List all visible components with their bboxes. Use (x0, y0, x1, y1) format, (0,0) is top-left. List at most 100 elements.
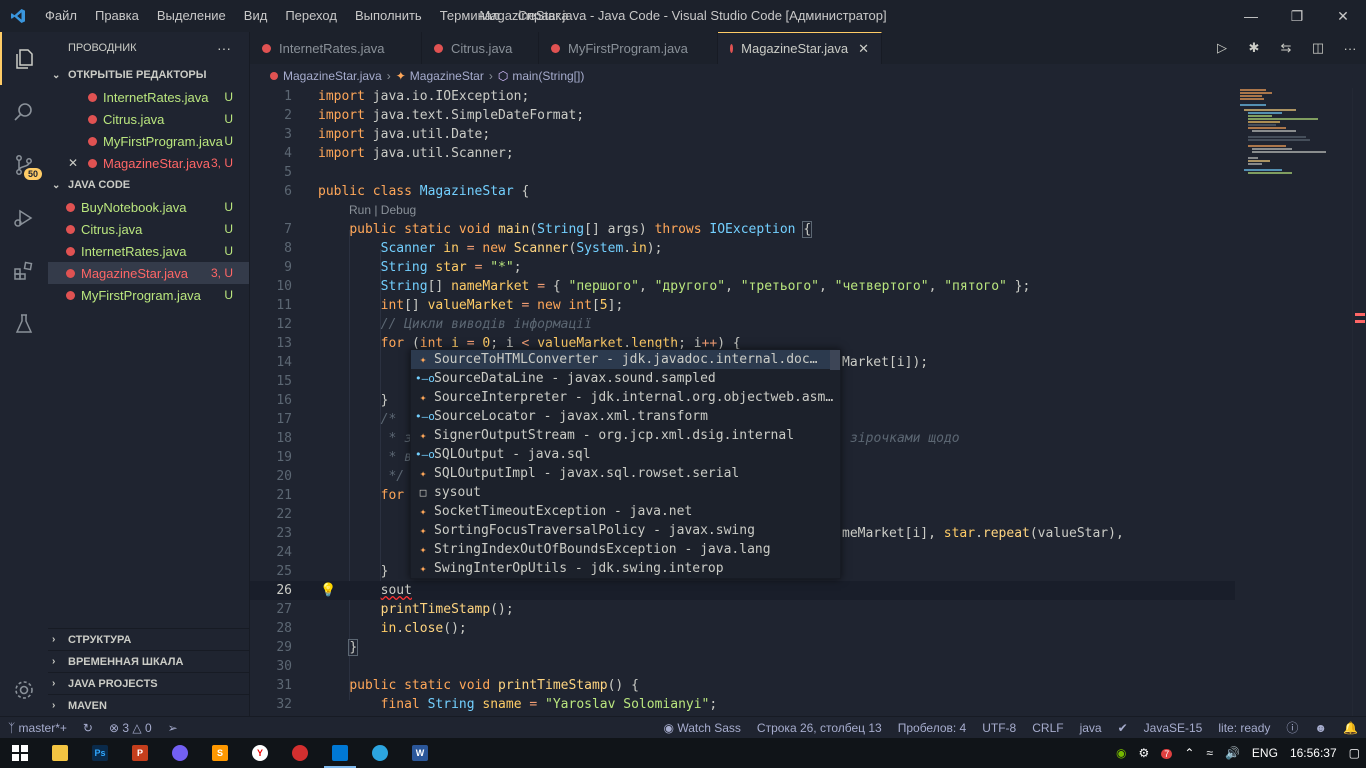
search-icon[interactable] (0, 85, 48, 138)
suggestion-item-selected[interactable]: ✦ SourceToHTMLConverter - jdk.javadoc.int… (411, 350, 840, 369)
suggest-scrollbar[interactable] (830, 350, 840, 370)
viber-icon[interactable] (160, 738, 200, 768)
menu-terminal[interactable]: Терминал (431, 0, 509, 32)
menu-edit[interactable]: Правка (86, 0, 148, 32)
volume-icon[interactable]: 🔊 (1219, 746, 1246, 760)
suggestion-item[interactable]: ✦ StringIndexOutOfBoundsException - java.… (411, 540, 840, 559)
chevron-up-icon[interactable]: ⌃ (1178, 746, 1200, 760)
suggestion-item[interactable]: ✦ SourceInterpreter - jdk.internal.org.ob… (411, 388, 840, 407)
file-item-selected[interactable]: MagazineStar.java 3, U (48, 262, 249, 284)
debug-icon[interactable]: ✱ (1238, 40, 1270, 56)
indentation[interactable]: Пробелов: 4 (890, 721, 975, 735)
word-icon[interactable]: W (400, 738, 440, 768)
open-editor-item-active[interactable]: ✕ MagazineStar.java 3, U (48, 152, 249, 174)
extensions-icon[interactable] (0, 244, 48, 297)
suggestion-item[interactable]: •–o SQLOutput - java.sql (411, 445, 840, 464)
suggestion-item[interactable]: ✦ SwingInterOpUtils - jdk.swing.interop (411, 559, 840, 578)
info-icon[interactable]: ⓘ (1278, 719, 1306, 736)
breadcrumb-file[interactable]: MagazineStar.java (283, 69, 382, 83)
file-item[interactable]: BuyNotebook.java U (48, 196, 249, 218)
tray-badge-icon[interactable]: 7 (1155, 746, 1178, 760)
powerpoint-icon[interactable]: P (120, 738, 160, 768)
open-editor-item[interactable]: MyFirstProgram.java U (48, 130, 249, 152)
menu-view[interactable]: Вид (235, 0, 277, 32)
telegram-icon[interactable] (360, 738, 400, 768)
notifications-icon[interactable]: 🔔 (1335, 721, 1366, 735)
breadcrumb-class[interactable]: MagazineStar (410, 69, 484, 83)
close-window-button[interactable]: ✕ (1320, 0, 1366, 32)
feedback-icon[interactable]: ☻ (1306, 721, 1335, 735)
problems-indicator[interactable]: ⊗ 3 △ 0 (101, 721, 160, 735)
vertical-scrollbar[interactable] (1352, 88, 1366, 716)
file-item[interactable]: InternetRates.java U (48, 240, 249, 262)
clock[interactable]: 16:56:37 (1284, 746, 1343, 760)
notifications-icon[interactable]: ▢ (1343, 746, 1366, 760)
split-editor-icon[interactable]: ◫ (1302, 40, 1334, 56)
open-editors-section[interactable]: ⌄ ОТКРЫТЫЕ РЕДАКТОРЫ (48, 64, 249, 86)
open-editor-item[interactable]: InternetRates.java U (48, 86, 249, 108)
folder-section[interactable]: ⌄ JAVA CODE (48, 174, 249, 196)
run-debug-status-icon[interactable]: ➢ (160, 721, 186, 735)
start-button[interactable] (0, 738, 40, 768)
minimize-button[interactable]: — (1228, 0, 1274, 32)
suggestion-item[interactable]: ✦ SignerOutputStream - org.jcp.xml.dsig.i… (411, 426, 840, 445)
cursor-position[interactable]: Строка 26, столбец 13 (749, 721, 890, 735)
outline-section[interactable]: › СТРУКТУРА (48, 628, 250, 650)
end-of-line[interactable]: CRLF (1024, 721, 1071, 735)
menu-go[interactable]: Переход (276, 0, 346, 32)
source-control-icon[interactable]: 50 (0, 138, 48, 191)
close-tab-icon[interactable]: ✕ (858, 41, 869, 57)
vscode-taskbar-icon[interactable] (320, 738, 360, 768)
more-actions-icon[interactable]: ··· (1334, 41, 1366, 56)
run-debug-codelens[interactable]: Run | Debug (349, 201, 416, 220)
menu-run[interactable]: Выполнить (346, 0, 431, 32)
language-mode[interactable]: java (1072, 721, 1110, 735)
suggestion-item[interactable]: •–o SourceLocator - javax.xml.transform (411, 407, 840, 426)
encoding[interactable]: UTF-8 (974, 721, 1024, 735)
explorer-icon[interactable] (0, 32, 48, 85)
restore-button[interactable]: ❐ (1274, 0, 1320, 32)
tab-magazinestar[interactable]: MagazineStar.java ✕ (718, 32, 882, 64)
sync-icon[interactable]: ↻ (75, 721, 101, 735)
suggestion-item[interactable]: ✦ SQLOutputImpl - javax.sql.rowset.serial (411, 464, 840, 483)
java-projects-section[interactable]: › JAVA PROJECTS (48, 672, 250, 694)
thumbs-up-icon[interactable]: ✔ (1110, 721, 1136, 735)
menu-file[interactable]: Файл (36, 0, 86, 32)
yandex-browser-icon[interactable]: Y (240, 738, 280, 768)
settings-gear-icon[interactable] (0, 663, 48, 716)
photoshop-icon[interactable]: Ps (80, 738, 120, 768)
file-item[interactable]: Citrus.java U (48, 218, 249, 240)
file-item[interactable]: MyFirstProgram.java U (48, 284, 249, 306)
run-icon[interactable]: ▷ (1206, 40, 1238, 56)
sublime-text-icon[interactable]: S (200, 738, 240, 768)
menu-help[interactable]: Справка (509, 0, 578, 32)
language-indicator[interactable]: ENG (1246, 746, 1284, 760)
wifi-icon[interactable]: ≈ (1200, 746, 1219, 760)
compare-icon[interactable]: ⇆ (1270, 40, 1302, 56)
tray-app-icon[interactable]: ⚙ (1133, 746, 1156, 760)
suggestion-item[interactable]: ✦ SocketTimeoutException - java.net (411, 502, 840, 521)
suggestion-item[interactable]: ✦ SortingFocusTraversalPolicy - javax.swi… (411, 521, 840, 540)
java-runtime[interactable]: JavaSE-15 (1136, 721, 1211, 735)
more-actions-icon[interactable]: ··· (217, 40, 231, 56)
tab-myfirstprogram[interactable]: MyFirstProgram.java (539, 32, 718, 64)
tab-internetrates[interactable]: InternetRates.java (250, 32, 422, 64)
close-icon[interactable]: ✕ (68, 156, 78, 170)
open-editor-item[interactable]: Citrus.java U (48, 108, 249, 130)
suggestion-item[interactable]: •–o SourceDataLine - javax.sound.sampled (411, 369, 840, 388)
branch-indicator[interactable]: ᛉ master*+ (0, 721, 75, 735)
suggestion-item[interactable]: □ sysout (411, 483, 840, 502)
lite-status[interactable]: lite: ready (1210, 721, 1278, 735)
breadcrumb-method[interactable]: main(String[]) (512, 69, 584, 83)
tab-citrus[interactable]: Citrus.java (422, 32, 539, 64)
run-debug-icon[interactable] (0, 191, 48, 244)
file-explorer-icon[interactable] (40, 738, 80, 768)
minimap[interactable] (1236, 88, 1352, 716)
red-app-icon[interactable] (280, 738, 320, 768)
nvidia-icon[interactable]: ◉ (1110, 746, 1132, 760)
timeline-section[interactable]: › ВРЕМЕННАЯ ШКАЛА (48, 650, 250, 672)
maven-section[interactable]: › MAVEN (48, 694, 250, 716)
menu-selection[interactable]: Выделение (148, 0, 235, 32)
testing-icon[interactable] (0, 297, 48, 350)
watch-sass-button[interactable]: ◉ Watch Sass (656, 721, 749, 735)
